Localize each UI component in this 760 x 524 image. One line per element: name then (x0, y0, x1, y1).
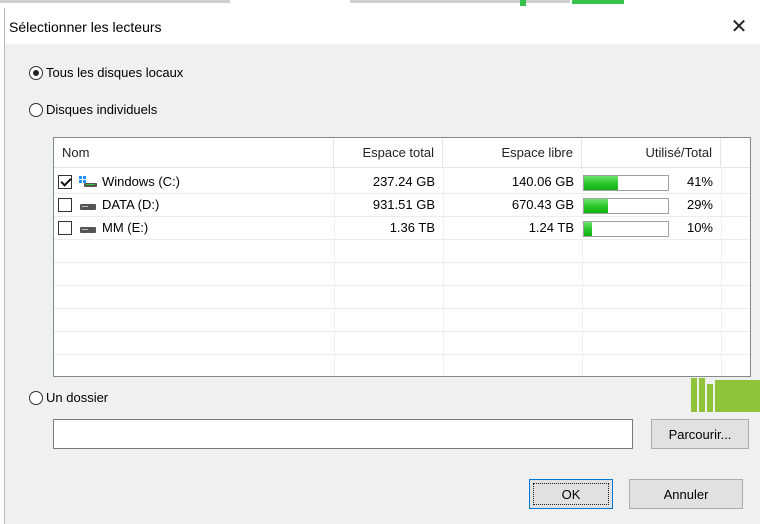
column-header-name[interactable]: Nom (54, 138, 334, 168)
browse-button[interactable]: Parcourir... (651, 419, 749, 449)
empty-row (54, 286, 750, 309)
column-divider (334, 168, 335, 376)
empty-row (54, 355, 750, 376)
table-row[interactable]: Windows (C:) 237.24 GB 140.06 GB 41% (54, 171, 750, 194)
radio-all-local[interactable]: Tous les disques locaux (29, 65, 183, 80)
drive-total: 237.24 GB (372, 174, 435, 189)
drive-free: 670.43 GB (511, 197, 574, 212)
empty-row (54, 263, 750, 286)
drive-free: 140.06 GB (511, 174, 574, 189)
usage-bar-fill (584, 176, 619, 190)
background-window-edge (0, 0, 760, 8)
usage-percent: 41% (686, 174, 713, 189)
usage-percent: 10% (686, 220, 713, 235)
drive-list-header: Nom Espace total Espace libre Utilisé/To… (54, 138, 750, 168)
folder-path-input[interactable] (53, 419, 633, 449)
select-drives-dialog: Sélectionner les lecteurs ✕ Tous les dis… (4, 8, 760, 524)
drive-name: MM (E:) (102, 220, 149, 235)
empty-row (54, 332, 750, 355)
drive-icon (80, 204, 96, 210)
close-icon[interactable]: ✕ (717, 8, 760, 44)
cancel-button[interactable]: Annuler (629, 479, 743, 509)
column-header-used[interactable]: Utilisé/Total (582, 138, 721, 168)
usage-bar-fill (584, 199, 609, 213)
drive-free: 1.24 TB (528, 220, 574, 235)
column-divider (443, 168, 444, 376)
drive-name: DATA (D:) (102, 197, 160, 212)
drive-checkbox[interactable] (58, 198, 72, 212)
focus-ring (533, 483, 609, 505)
radio-all-local-indicator[interactable] (29, 65, 43, 80)
column-divider (721, 168, 722, 376)
column-header-total[interactable]: Espace total (334, 138, 443, 168)
radio-folder[interactable]: Un dossier (29, 390, 108, 405)
drive-list[interactable]: Nom Espace total Espace libre Utilisé/To… (53, 137, 751, 377)
usage-bar-fill (584, 222, 593, 236)
radio-individual-label: Disques individuels (46, 102, 158, 117)
drive-checkbox[interactable] (58, 221, 72, 235)
usage-bar (583, 198, 669, 214)
drive-checkbox[interactable] (58, 175, 72, 189)
drive-total: 931.51 GB (372, 197, 435, 212)
drive-name: Windows (C:) (102, 174, 181, 189)
radio-individual-indicator[interactable] (29, 102, 43, 117)
background-green-bars-icon (691, 378, 760, 412)
table-row[interactable]: DATA (D:) 931.51 GB 670.43 GB 29% (54, 194, 750, 217)
dialog-title: Sélectionner les lecteurs (9, 19, 162, 35)
radio-folder-label: Un dossier (46, 390, 109, 405)
radio-individual-disks[interactable]: Disques individuels (29, 102, 157, 117)
table-row[interactable]: MM (E:) 1.36 TB 1.24 TB 10% (54, 217, 750, 240)
radio-all-local-label: Tous les disques locaux (46, 65, 184, 80)
ok-button[interactable]: OK (529, 479, 613, 509)
drive-icon (80, 227, 96, 233)
column-divider (582, 168, 583, 376)
radio-folder-indicator[interactable] (29, 390, 43, 405)
windows-drive-icon (79, 176, 97, 187)
empty-row (54, 240, 750, 263)
usage-percent: 29% (686, 197, 713, 212)
empty-row (54, 309, 750, 332)
usage-bar (583, 221, 669, 237)
column-header-free[interactable]: Espace libre (443, 138, 582, 168)
drive-total: 1.36 TB (389, 220, 435, 235)
usage-bar (583, 175, 669, 191)
title-bar: Sélectionner les lecteurs ✕ (5, 8, 760, 44)
